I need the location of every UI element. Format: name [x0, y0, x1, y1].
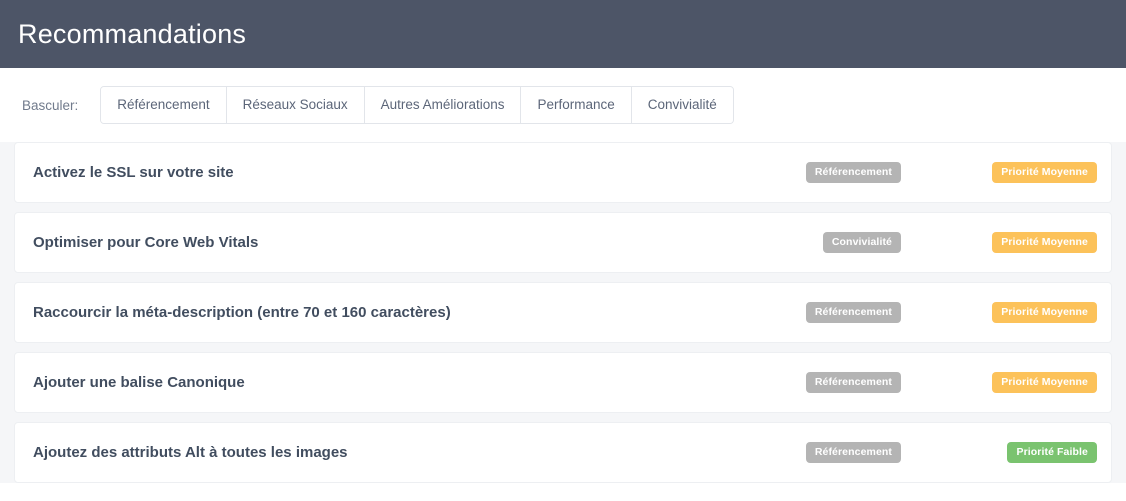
page-header: Recommandations: [0, 0, 1126, 68]
priority-badge: Priorité Moyenne: [992, 232, 1097, 253]
tab-r-seaux-sociaux[interactable]: Réseaux Sociaux: [226, 87, 365, 123]
category-badge: Référencement: [805, 442, 901, 463]
recommendation-title: Ajoutez des attributs Alt à toutes les i…: [33, 444, 348, 461]
recommendation-row[interactable]: Activez le SSL sur votre site Référenceme…: [14, 142, 1112, 203]
tab-convivialit[interactable]: Convivialité: [631, 87, 733, 123]
recommendation-row[interactable]: Ajouter une balise Canonique Référencemen…: [14, 352, 1112, 413]
recommendation-row[interactable]: Raccourcir la méta-description (entre 70…: [14, 282, 1112, 343]
recommendation-title: Activez le SSL sur votre site: [33, 164, 234, 181]
priority-slot: Priorité Moyenne: [907, 232, 1097, 253]
category-badge: Convivialité: [822, 232, 901, 253]
category-slot: Référencement: [657, 442, 907, 463]
category-slot: Référencement: [657, 302, 907, 323]
recommendations-list: Activez le SSL sur votre site Référenceme…: [0, 142, 1126, 483]
category-slot: Convivialité: [657, 232, 907, 253]
tab-performance[interactable]: Performance: [521, 87, 632, 123]
priority-badge: Priorité Moyenne: [992, 302, 1097, 323]
tab-group: Référencement Réseaux Sociaux Autres Améli…: [100, 86, 734, 124]
priority-slot: Priorité Moyenne: [907, 162, 1097, 183]
category-slot: Référencement: [657, 162, 907, 183]
toggle-bar: Basculer: Référencement Réseaux Sociaux Au…: [0, 68, 1126, 142]
recommendation-title: Raccourcir la méta-description (entre 70…: [33, 304, 451, 321]
category-badge: Référencement: [805, 302, 901, 323]
tab-r-f-rencement[interactable]: Référencement: [101, 87, 227, 123]
priority-badge: Priorité Faible: [1007, 442, 1097, 463]
category-badge: Référencement: [805, 372, 901, 393]
page-title: Recommandations: [18, 18, 247, 49]
recommendation-title: Optimiser pour Core Web Vitals: [33, 234, 259, 251]
recommendation-row[interactable]: Optimiser pour Core Web Vitals Conviviali…: [14, 212, 1112, 273]
recommendation-row[interactable]: Ajoutez des attributs Alt à toutes les i…: [14, 422, 1112, 483]
tab-autres-am-liorations[interactable]: Autres Améliorations: [364, 87, 522, 123]
recommendation-title: Ajouter une balise Canonique: [33, 374, 245, 391]
category-slot: Référencement: [657, 372, 907, 393]
priority-badge: Priorité Moyenne: [992, 162, 1097, 183]
priority-badge: Priorité Moyenne: [992, 372, 1097, 393]
priority-slot: Priorité Moyenne: [907, 372, 1097, 393]
priority-slot: Priorité Faible: [907, 442, 1097, 463]
toggle-label: Basculer:: [22, 97, 79, 113]
priority-slot: Priorité Moyenne: [907, 302, 1097, 323]
category-badge: Référencement: [805, 162, 901, 183]
